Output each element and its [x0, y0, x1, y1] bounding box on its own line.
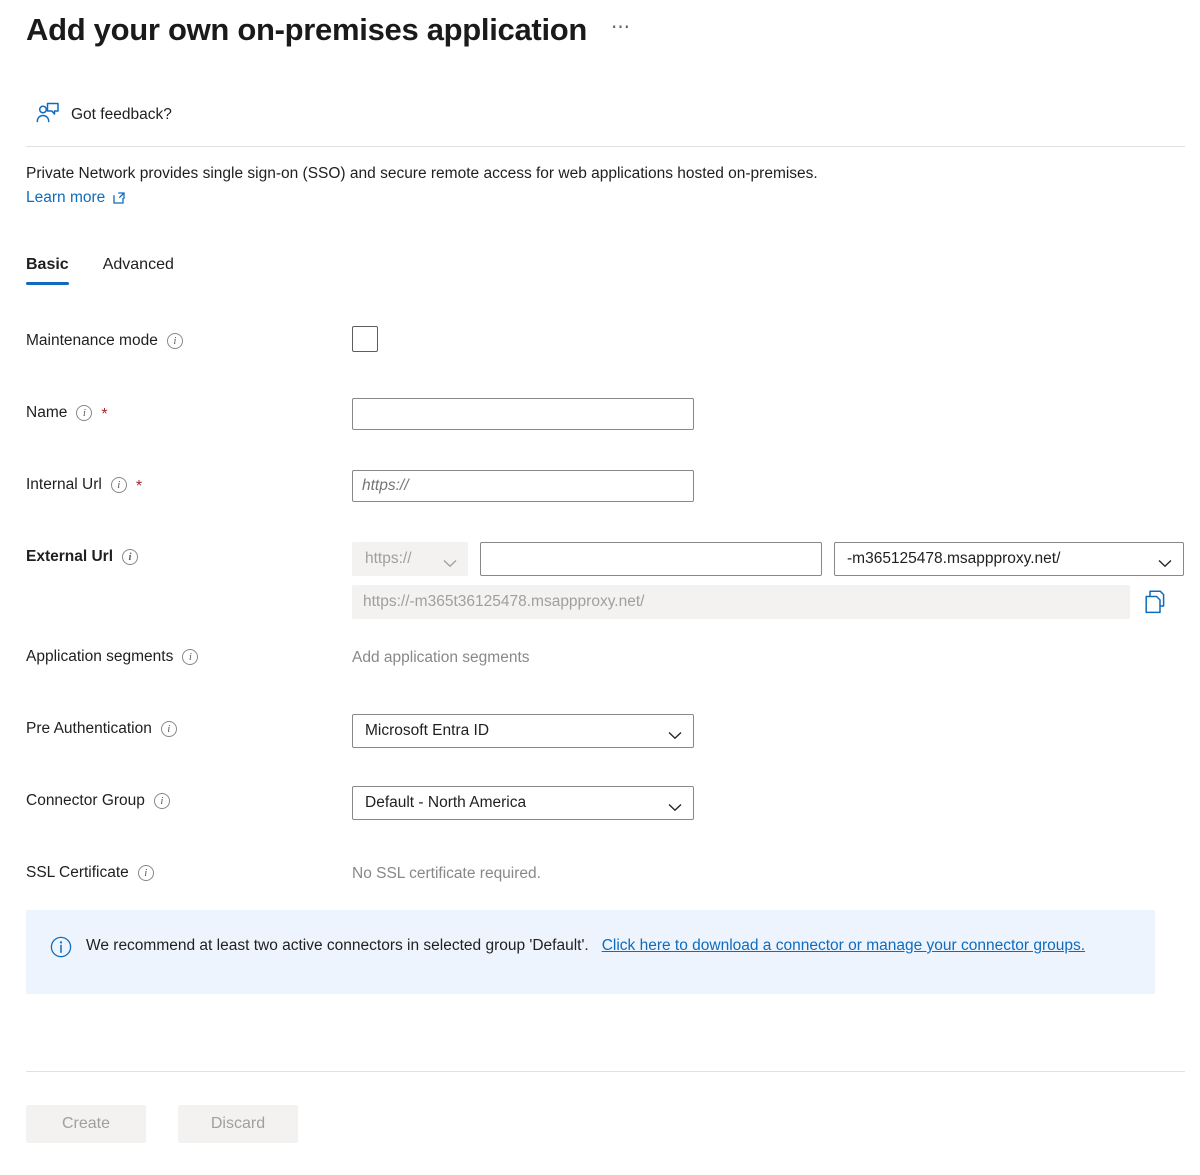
tab-list: Basic Advanced	[26, 256, 174, 285]
connector-group-control: Default - North America	[352, 786, 694, 820]
internal-url-label: Internal Url	[26, 476, 102, 494]
banner-link[interactable]: Click here to download a connector or ma…	[602, 937, 1085, 954]
info-icon[interactable]: i	[76, 405, 92, 421]
ssl-certificate-control: No SSL certificate required.	[352, 858, 541, 890]
feedback-person-icon	[36, 101, 60, 128]
info-circle-icon	[50, 936, 72, 958]
form-row-application-segments: Application segments i Add application s…	[0, 634, 1200, 706]
pre-authentication-label: Pre Authentication	[26, 720, 152, 738]
external-url-preview: https://-m365t36125478.msappproxy.net/	[352, 585, 1130, 619]
page-header: Add your own on-premises application ⋯	[26, 8, 636, 52]
external-url-scheme-value: https://	[365, 550, 412, 568]
info-icon[interactable]: i	[122, 549, 138, 565]
external-url-domain-value: -m365125478.msappproxy.net/	[847, 550, 1060, 568]
name-control	[352, 398, 694, 430]
application-form: Maintenance mode i Name i * Internal Url…	[0, 318, 1200, 922]
application-segments-value[interactable]: Add application segments	[352, 642, 530, 674]
maintenance-mode-checkbox[interactable]	[352, 326, 378, 352]
external-url-host-input[interactable]	[480, 542, 822, 576]
maintenance-mode-control	[352, 326, 378, 352]
internal-url-control	[352, 470, 694, 502]
tab-basic[interactable]: Basic	[26, 256, 69, 285]
ssl-certificate-value: No SSL certificate required.	[352, 858, 541, 890]
got-feedback-label: Got feedback?	[71, 106, 172, 124]
internal-url-label-group: Internal Url i *	[26, 476, 142, 494]
external-url-domain-dropdown[interactable]: -m365125478.msappproxy.net/	[834, 542, 1184, 576]
chevron-down-icon	[668, 799, 682, 808]
pre-authentication-control: Microsoft Entra ID	[352, 714, 694, 748]
form-row-connector-group: Connector Group i Default - North Americ…	[0, 778, 1200, 850]
ssl-certificate-label-group: SSL Certificate i	[26, 864, 154, 882]
connector-recommendation-banner: We recommend at least two active connect…	[26, 910, 1155, 994]
learn-more-label: Learn more	[26, 189, 105, 207]
chevron-down-icon	[668, 727, 682, 736]
footer-divider	[26, 1071, 1185, 1072]
connector-group-label-group: Connector Group i	[26, 792, 170, 810]
banner-text: We recommend at least two active connect…	[86, 934, 1085, 970]
info-icon[interactable]: i	[167, 333, 183, 349]
ssl-certificate-label: SSL Certificate	[26, 864, 129, 882]
tab-advanced[interactable]: Advanced	[103, 256, 174, 285]
form-row-name: Name i *	[0, 390, 1200, 462]
required-marker: *	[136, 481, 142, 493]
form-row-maintenance-mode: Maintenance mode i	[0, 318, 1200, 390]
pre-authentication-value: Microsoft Entra ID	[365, 722, 489, 740]
add-on-premises-application-page: Add your own on-premises application ⋯ G…	[0, 0, 1200, 1175]
form-row-pre-authentication: Pre Authentication i Microsoft Entra ID	[0, 706, 1200, 778]
internal-url-input[interactable]	[352, 470, 694, 502]
header-divider	[26, 146, 1185, 147]
name-label-group: Name i *	[26, 404, 108, 422]
connector-group-dropdown[interactable]: Default - North America	[352, 786, 694, 820]
external-url-control: https:// -m365125478.msappproxy.net/	[352, 542, 1184, 576]
name-label: Name	[26, 404, 67, 422]
maintenance-mode-label-group: Maintenance mode i	[26, 332, 183, 350]
required-marker: *	[101, 409, 107, 421]
application-segments-label-group: Application segments i	[26, 648, 198, 666]
discard-button[interactable]: Discard	[178, 1105, 298, 1143]
application-segments-control: Add application segments	[352, 642, 530, 674]
maintenance-mode-label: Maintenance mode	[26, 332, 158, 350]
pre-authentication-dropdown[interactable]: Microsoft Entra ID	[352, 714, 694, 748]
external-url-label: External Url	[26, 548, 113, 566]
copy-icon[interactable]	[1144, 590, 1166, 614]
intro-description: Private Network provides single sign-on …	[26, 162, 1086, 186]
external-link-icon	[112, 191, 126, 205]
info-icon[interactable]: i	[182, 649, 198, 665]
form-actions: Create Discard	[26, 1105, 298, 1143]
external-url-scheme-dropdown[interactable]: https://	[352, 542, 468, 576]
pre-authentication-label-group: Pre Authentication i	[26, 720, 177, 738]
info-icon[interactable]: i	[154, 793, 170, 809]
create-button[interactable]: Create	[26, 1105, 146, 1143]
external-url-label-group: External Url i	[26, 548, 138, 566]
connector-group-label: Connector Group	[26, 792, 145, 810]
name-input[interactable]	[352, 398, 694, 430]
application-segments-label: Application segments	[26, 648, 173, 666]
form-row-internal-url: Internal Url i *	[0, 462, 1200, 534]
info-icon[interactable]: i	[111, 477, 127, 493]
more-options-icon[interactable]: ⋯	[607, 6, 636, 50]
info-icon[interactable]: i	[161, 721, 177, 737]
form-row-external-url: External Url i https:// -m365125478.msap…	[0, 534, 1200, 634]
banner-message: We recommend at least two active connect…	[86, 937, 589, 954]
page-title: Add your own on-premises application	[26, 8, 587, 52]
chevron-down-icon	[1158, 555, 1172, 564]
info-icon[interactable]: i	[138, 865, 154, 881]
chevron-down-icon	[443, 555, 457, 564]
connector-group-value: Default - North America	[365, 794, 526, 812]
external-url-preview-row: https://-m365t36125478.msappproxy.net/	[352, 585, 1166, 619]
got-feedback-button[interactable]: Got feedback?	[36, 101, 172, 128]
learn-more-link[interactable]: Learn more	[26, 189, 126, 207]
